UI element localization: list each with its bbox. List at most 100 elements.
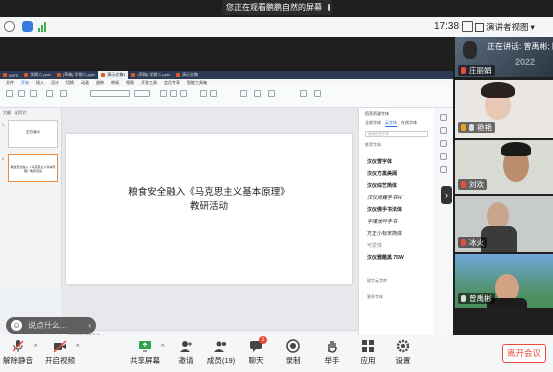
font-section-label: 推荐字体 bbox=[365, 142, 381, 147]
raise-hand-button[interactable]: 举手 bbox=[312, 339, 352, 366]
menu-item[interactable]: 审阅 bbox=[111, 80, 119, 86]
font-item[interactable]: 字魂龙吟手书 bbox=[367, 218, 397, 225]
gear-icon bbox=[396, 339, 410, 353]
font-item[interactable]: 汉仪方黑美阔 bbox=[367, 170, 397, 177]
pip-icon[interactable] bbox=[328, 4, 330, 11]
font-item[interactable]: 可爱体 bbox=[367, 242, 382, 249]
participant-name-tag: 冰火 bbox=[458, 237, 487, 248]
font-item[interactable]: 方正小标宋简体 bbox=[367, 230, 402, 237]
share-screen-button[interactable]: 共享屏幕 ^ bbox=[125, 339, 165, 366]
slides-tab[interactable]: 幻灯片 bbox=[15, 110, 27, 116]
menu-item[interactable]: 会员专享 bbox=[164, 80, 180, 86]
menu-item[interactable]: 文件 bbox=[6, 80, 14, 86]
chevron-up-icon[interactable]: ^ bbox=[76, 344, 79, 351]
wps-tab[interactable]: (草稿) 学期二.pptx bbox=[128, 71, 172, 79]
ppt-icon bbox=[131, 73, 136, 77]
font-item[interactable]: 汉仪尚巍手书W bbox=[367, 194, 402, 201]
cut-icon[interactable] bbox=[18, 90, 25, 97]
current-slide[interactable]: 粮食安全融入《马克思主义基本原理》 教研活动 bbox=[66, 134, 352, 284]
meeting-toolbar: 解除静音 ^ 开启视频 ^ 共享屏幕 ^ 邀请 成员(19) 1 聊天 录制 举… bbox=[0, 335, 553, 372]
font-tab[interactable]: 在线字体 bbox=[401, 120, 417, 127]
layout-icon[interactable] bbox=[60, 90, 67, 97]
mute-button[interactable]: 解除静音 ^ bbox=[0, 339, 38, 366]
invite-button[interactable]: 邀请 bbox=[166, 339, 206, 366]
avatar-icon bbox=[461, 124, 466, 131]
more-fonts-link[interactable]: 更多字体 bbox=[367, 294, 383, 300]
chat-quick-input[interactable]: ☺ 说点什么... ‹ bbox=[6, 317, 96, 334]
menu-item[interactable]: 开发工具 bbox=[141, 80, 157, 86]
menu-item[interactable]: 插入 bbox=[36, 80, 44, 86]
wps-tab[interactable]: 学期二.pptx bbox=[21, 71, 54, 79]
bold-icon[interactable] bbox=[160, 90, 167, 97]
wps-tab[interactable]: 演示文稿 bbox=[173, 71, 201, 79]
info-icon[interactable] bbox=[4, 21, 15, 32]
font-icon[interactable] bbox=[440, 153, 447, 160]
record-button[interactable]: 录制 bbox=[273, 339, 313, 366]
menu-item[interactable]: 动画 bbox=[81, 80, 89, 86]
wps-tab[interactable]: (草稿) 学期二.pptx bbox=[54, 71, 98, 79]
align-left-icon[interactable] bbox=[200, 90, 207, 97]
ppt-icon bbox=[56, 73, 61, 77]
leave-meeting-button[interactable]: 离开会议 bbox=[502, 344, 546, 363]
expand-panel-handle[interactable]: › bbox=[441, 186, 452, 204]
wps-tab[interactable]: WPS bbox=[0, 71, 21, 79]
chevron-up-icon[interactable]: ^ bbox=[161, 344, 164, 351]
menu-item[interactable]: 设计 bbox=[51, 80, 59, 86]
more-icon[interactable] bbox=[440, 166, 447, 173]
font-tab[interactable]: 全部字体 bbox=[365, 120, 381, 127]
menu-item[interactable]: 视图 bbox=[126, 80, 134, 86]
chevron-up-icon[interactable]: ^ bbox=[34, 344, 37, 351]
property-icon[interactable] bbox=[440, 114, 447, 121]
mic-icon bbox=[461, 295, 466, 302]
view-switch-button[interactable]: 演讲者视图 ▾ bbox=[475, 20, 535, 34]
arrange-icon[interactable] bbox=[268, 90, 275, 97]
font-item[interactable]: 汉仪佛手书法体 bbox=[367, 206, 402, 213]
apps-button[interactable]: 应用 bbox=[348, 339, 388, 366]
outline-tab[interactable]: 大纲 bbox=[3, 110, 11, 116]
right-tool-strip bbox=[434, 108, 453, 340]
underline-icon[interactable] bbox=[180, 90, 187, 97]
font-size-select[interactable] bbox=[134, 90, 150, 97]
textbox-icon[interactable] bbox=[240, 90, 247, 97]
menu-item[interactable]: 切换 bbox=[66, 80, 74, 86]
new-slide-icon[interactable] bbox=[46, 90, 53, 97]
members-button[interactable]: 成员(19) bbox=[201, 339, 241, 366]
mic-muted-icon bbox=[11, 339, 25, 353]
font-panel: 稻壳资源字体 全部字体 云字体 在线字体 搜索在线字体 推荐字体 汉仪雪字体 汉… bbox=[358, 108, 434, 340]
font-item[interactable]: 汉仪综艺简体 bbox=[367, 182, 397, 189]
shape-icon[interactable] bbox=[254, 90, 261, 97]
slide-thumbnail-selected[interactable]: 粮食安全融入《马克思主义基本原理》教研活动 bbox=[8, 154, 58, 182]
style-icon[interactable] bbox=[440, 127, 447, 134]
chat-badge: 1 bbox=[259, 336, 267, 344]
wps-tab-active[interactable]: 演示文稿1 bbox=[98, 71, 129, 79]
slide-thumbnail[interactable]: 空白演示 bbox=[8, 120, 58, 148]
settings-button[interactable]: 设置 bbox=[383, 339, 423, 366]
emoji-icon[interactable]: ☺ bbox=[11, 320, 22, 331]
animation-icon[interactable] bbox=[440, 140, 447, 147]
view-label: 演讲者视图 bbox=[486, 22, 529, 32]
font-item[interactable]: 汉仪雪字体 bbox=[367, 158, 392, 165]
align-center-icon[interactable] bbox=[210, 90, 217, 97]
menu-item[interactable]: 开始 bbox=[21, 80, 29, 86]
font-select[interactable] bbox=[90, 90, 130, 97]
font-tab-active[interactable]: 云字体 bbox=[385, 120, 397, 127]
menu-item[interactable]: 智能工具箱 bbox=[187, 80, 207, 86]
font-search-input[interactable]: 搜索在线字体 bbox=[365, 131, 428, 137]
thumb-number: 2 bbox=[2, 156, 5, 161]
copy-icon[interactable] bbox=[30, 90, 37, 97]
font-item[interactable]: 汉仪雅酷黑 75W bbox=[367, 254, 404, 261]
find-icon[interactable] bbox=[300, 90, 307, 97]
menu-item[interactable]: 放映 bbox=[96, 80, 104, 86]
ppt-icon bbox=[24, 73, 29, 77]
wps-ribbon bbox=[0, 86, 453, 108]
paste-icon[interactable] bbox=[6, 90, 13, 97]
security-shield-icon[interactable] bbox=[22, 21, 33, 32]
network-signal-icon[interactable] bbox=[38, 21, 49, 32]
fullscreen-icon[interactable] bbox=[462, 21, 473, 32]
video-button[interactable]: 开启视频 ^ bbox=[40, 339, 80, 366]
mic-muted-icon bbox=[461, 67, 466, 74]
italic-icon[interactable] bbox=[170, 90, 177, 97]
chevron-left-icon[interactable]: ‹ bbox=[88, 321, 91, 330]
chat-button[interactable]: 1 聊天 bbox=[236, 336, 276, 366]
select-icon[interactable] bbox=[314, 90, 321, 97]
